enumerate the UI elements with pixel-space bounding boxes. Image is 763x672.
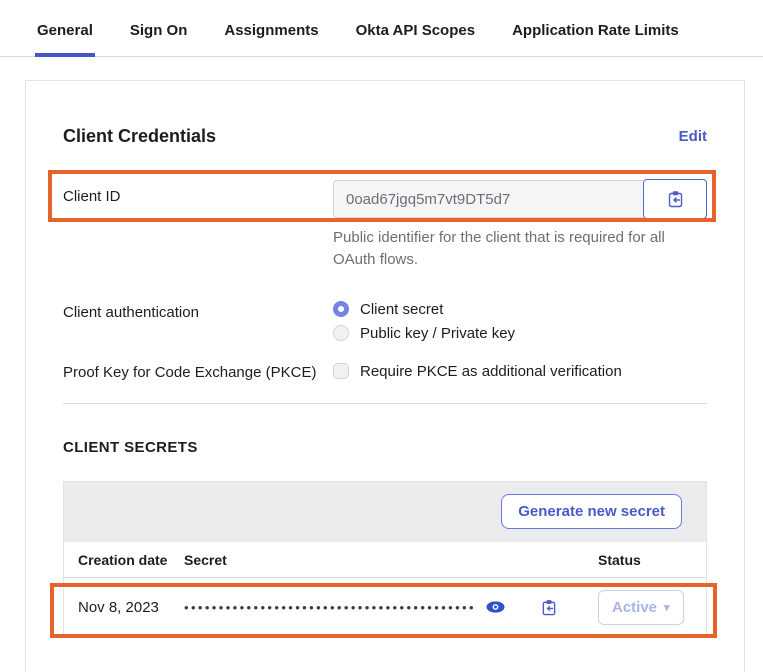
client-authentication-label: Client authentication	[63, 301, 333, 321]
generate-new-secret-button[interactable]: Generate new secret	[501, 494, 682, 529]
tab-general[interactable]: General	[35, 2, 95, 57]
pkce-row: Proof Key for Code Exchange (PKCE) Requi…	[63, 363, 707, 381]
secret-creation-date: Nov 8, 2023	[64, 599, 184, 616]
general-settings-card: Client Credentials Edit Client ID	[25, 80, 745, 672]
radio-option-label: Client secret	[360, 301, 443, 318]
table-header-row: Creation date Secret Status	[64, 542, 706, 578]
eye-icon	[486, 601, 505, 613]
radio-option-public-private-key[interactable]: Public key / Private key	[333, 325, 707, 342]
tab-sign-on[interactable]: Sign On	[128, 2, 190, 57]
masked-secret-value: ••••••••••••••••••••••••••••••••••••••••…	[184, 601, 476, 614]
section-divider	[63, 403, 707, 404]
radio-selected-icon[interactable]	[333, 301, 349, 317]
app-tab-bar: General Sign On Assignments Okta API Sco…	[0, 0, 763, 57]
client-authentication-row: Client authentication Client secret Publ…	[63, 301, 707, 342]
table-toolbar: Generate new secret	[64, 482, 706, 542]
pkce-option-label: Require PKCE as additional verification	[360, 363, 622, 380]
header-creation-date: Creation date	[64, 552, 184, 568]
client-secrets-title: CLIENT SECRETS	[63, 439, 707, 456]
client-id-row: Client ID	[63, 179, 707, 219]
clipboard-copy-icon	[541, 599, 557, 616]
client-credentials-title: Client Credentials	[63, 126, 216, 147]
header-secret: Secret	[184, 552, 598, 568]
tab-assignments[interactable]: Assignments	[222, 2, 320, 57]
copy-client-id-button[interactable]	[643, 179, 707, 219]
secret-status-dropdown[interactable]: Active ▾	[598, 590, 684, 625]
edit-link[interactable]: Edit	[679, 128, 707, 145]
table-row: Nov 8, 2023 ••••••••••••••••••••••••••••…	[64, 578, 706, 637]
tab-application-rate-limits[interactable]: Application Rate Limits	[510, 2, 681, 57]
checkbox-unchecked-icon[interactable]	[333, 363, 349, 379]
client-secrets-table: Generate new secret Creation date Secret…	[63, 481, 707, 638]
reveal-secret-button[interactable]	[484, 599, 507, 615]
client-id-input[interactable]	[333, 180, 643, 218]
client-id-label: Client ID	[63, 179, 333, 205]
status-label: Active	[612, 599, 657, 616]
pkce-label: Proof Key for Code Exchange (PKCE)	[63, 363, 333, 381]
pkce-checkbox-option[interactable]: Require PKCE as additional verification	[333, 363, 707, 380]
tab-okta-api-scopes[interactable]: Okta API Scopes	[354, 2, 478, 57]
radio-unselected-icon[interactable]	[333, 325, 349, 341]
chevron-down-icon: ▾	[664, 601, 670, 614]
clipboard-copy-icon	[667, 190, 684, 208]
client-id-help-text: Public identifier for the client that is…	[333, 227, 685, 271]
header-status: Status	[598, 552, 706, 568]
radio-option-label: Public key / Private key	[360, 325, 515, 342]
radio-option-client-secret[interactable]: Client secret	[333, 301, 707, 318]
copy-secret-button[interactable]	[539, 597, 559, 618]
